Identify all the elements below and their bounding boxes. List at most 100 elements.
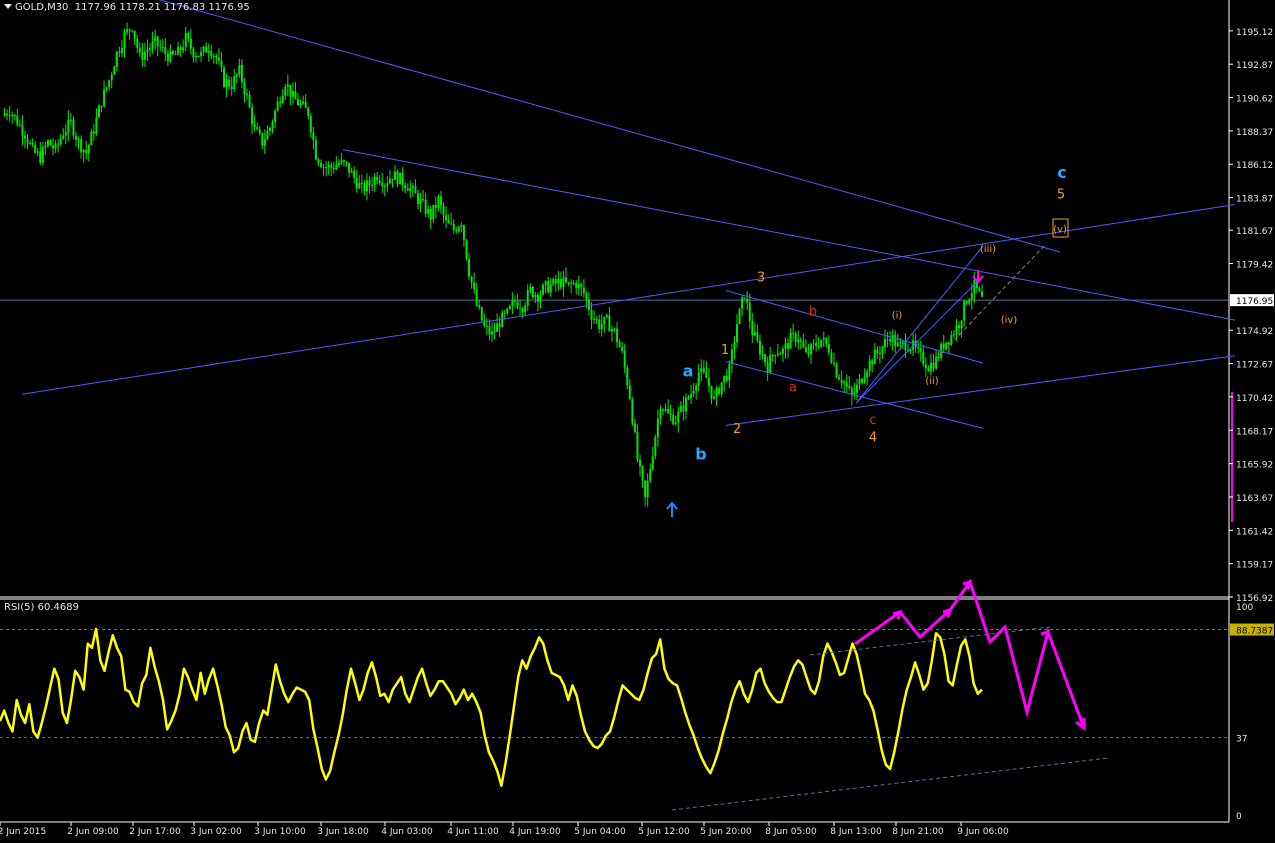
candle-body — [72, 119, 75, 136]
candle-body — [508, 305, 511, 309]
candle-body — [524, 305, 527, 312]
candle-body — [707, 377, 710, 386]
time-axis[interactable]: 2 Jun 2015 2 Jun 09:00 2 Jun 17:00 3 Jun 02… — [0, 822, 1009, 837]
candle-body — [503, 312, 506, 314]
candle-body — [779, 353, 782, 355]
candle-body — [491, 331, 493, 335]
candle-body — [529, 286, 532, 291]
candle-body — [169, 51, 172, 62]
candle-body — [758, 340, 761, 355]
candle-body — [345, 161, 348, 163]
candle-body — [136, 38, 139, 48]
candle-body — [516, 301, 519, 308]
candle-body — [787, 343, 790, 349]
candle-body — [932, 362, 935, 369]
candle-body — [217, 57, 220, 61]
price-axis[interactable]: 1195.12 1192.87 1190.62 1188.37 1186.12 1183.… — [1229, 28, 1274, 604]
price-tick-label: 1174.92 — [1236, 327, 1273, 337]
candle-body — [889, 339, 892, 342]
candle-body — [256, 127, 259, 130]
candle-body — [452, 223, 455, 231]
candle-body — [143, 51, 146, 60]
candle-body — [924, 364, 927, 369]
time-tick-label: 8 Jun 05:00 — [765, 827, 817, 837]
candle-body — [468, 258, 471, 277]
candle-body — [434, 204, 437, 209]
candle-body — [18, 124, 21, 126]
trendline-3 — [725, 355, 1236, 426]
candle-body — [274, 110, 277, 123]
current-price-label: 1176.95 — [1236, 297, 1273, 307]
candle-body — [23, 135, 26, 139]
candle-body — [531, 286, 534, 298]
candle-body — [845, 382, 848, 387]
candle-body — [171, 51, 174, 54]
candle-body — [738, 308, 741, 325]
candle-body — [827, 344, 830, 353]
candle-body — [358, 183, 361, 189]
wave-label-10: (iii) — [980, 244, 996, 255]
candle-body — [513, 300, 516, 302]
candle-body — [401, 172, 404, 185]
trading-chart[interactable]: abc12345(i)(ii)(iii)(iv)(v)abc 1195.1211… — [0, 0, 1275, 843]
price-tick-label: 1168.17 — [1236, 427, 1273, 437]
candle-body — [457, 227, 460, 232]
candle-body — [118, 51, 121, 53]
dropdown-triangle-icon[interactable] — [4, 4, 12, 9]
candle-body — [67, 119, 70, 133]
candle-body — [794, 333, 797, 343]
candle-body — [947, 342, 950, 345]
candle-body — [182, 47, 185, 50]
candle-body — [378, 180, 381, 183]
candle-body — [355, 177, 358, 189]
candle-body — [674, 422, 677, 425]
candle-body — [381, 182, 384, 187]
candle-body — [963, 301, 966, 321]
candle-body — [820, 339, 823, 347]
candle-body — [36, 151, 39, 153]
candle-body — [493, 331, 496, 333]
candle-body — [626, 367, 629, 386]
candle-body — [797, 339, 800, 343]
candle-body — [587, 299, 590, 311]
candle-body — [77, 139, 80, 141]
price-tick-label: 1192.87 — [1236, 61, 1273, 71]
trendlines[interactable] — [21, 0, 1236, 429]
price-tick-label: 1186.12 — [1236, 161, 1273, 171]
candle-body — [64, 132, 67, 136]
candle-body — [258, 129, 261, 134]
candle-body — [161, 47, 164, 49]
candle-body — [764, 354, 767, 363]
candle-body — [69, 119, 72, 121]
candle-body — [105, 87, 108, 90]
wave-label-7: 5 — [1057, 188, 1065, 203]
candle-body — [623, 350, 626, 368]
candle-body — [332, 167, 335, 170]
candle-body — [154, 36, 157, 42]
price-tick-label: 1183.87 — [1236, 195, 1273, 205]
candle-body — [937, 356, 940, 358]
candle-body — [87, 145, 90, 154]
candle-body — [445, 215, 448, 221]
candle-body — [432, 204, 435, 220]
candle-body — [884, 339, 887, 348]
candle-body — [894, 334, 897, 347]
candle-body — [835, 363, 838, 378]
candle-body — [100, 105, 103, 107]
trendline-5 — [725, 290, 984, 364]
chart-frame — [0, 0, 1230, 823]
candle-body — [281, 95, 284, 104]
candle-body — [312, 132, 315, 140]
candle-body — [46, 140, 49, 146]
candle-body — [246, 93, 248, 95]
up-arrow-icon — [666, 501, 678, 517]
candle-body — [325, 167, 328, 169]
candle-body — [838, 377, 841, 380]
candle-body — [554, 278, 557, 284]
candle-body — [386, 183, 389, 186]
candle-body — [297, 99, 300, 106]
candle-body — [59, 138, 62, 144]
wave-label-12: (v) — [1053, 225, 1067, 236]
candle-body — [187, 33, 190, 39]
candle-body — [970, 293, 973, 300]
